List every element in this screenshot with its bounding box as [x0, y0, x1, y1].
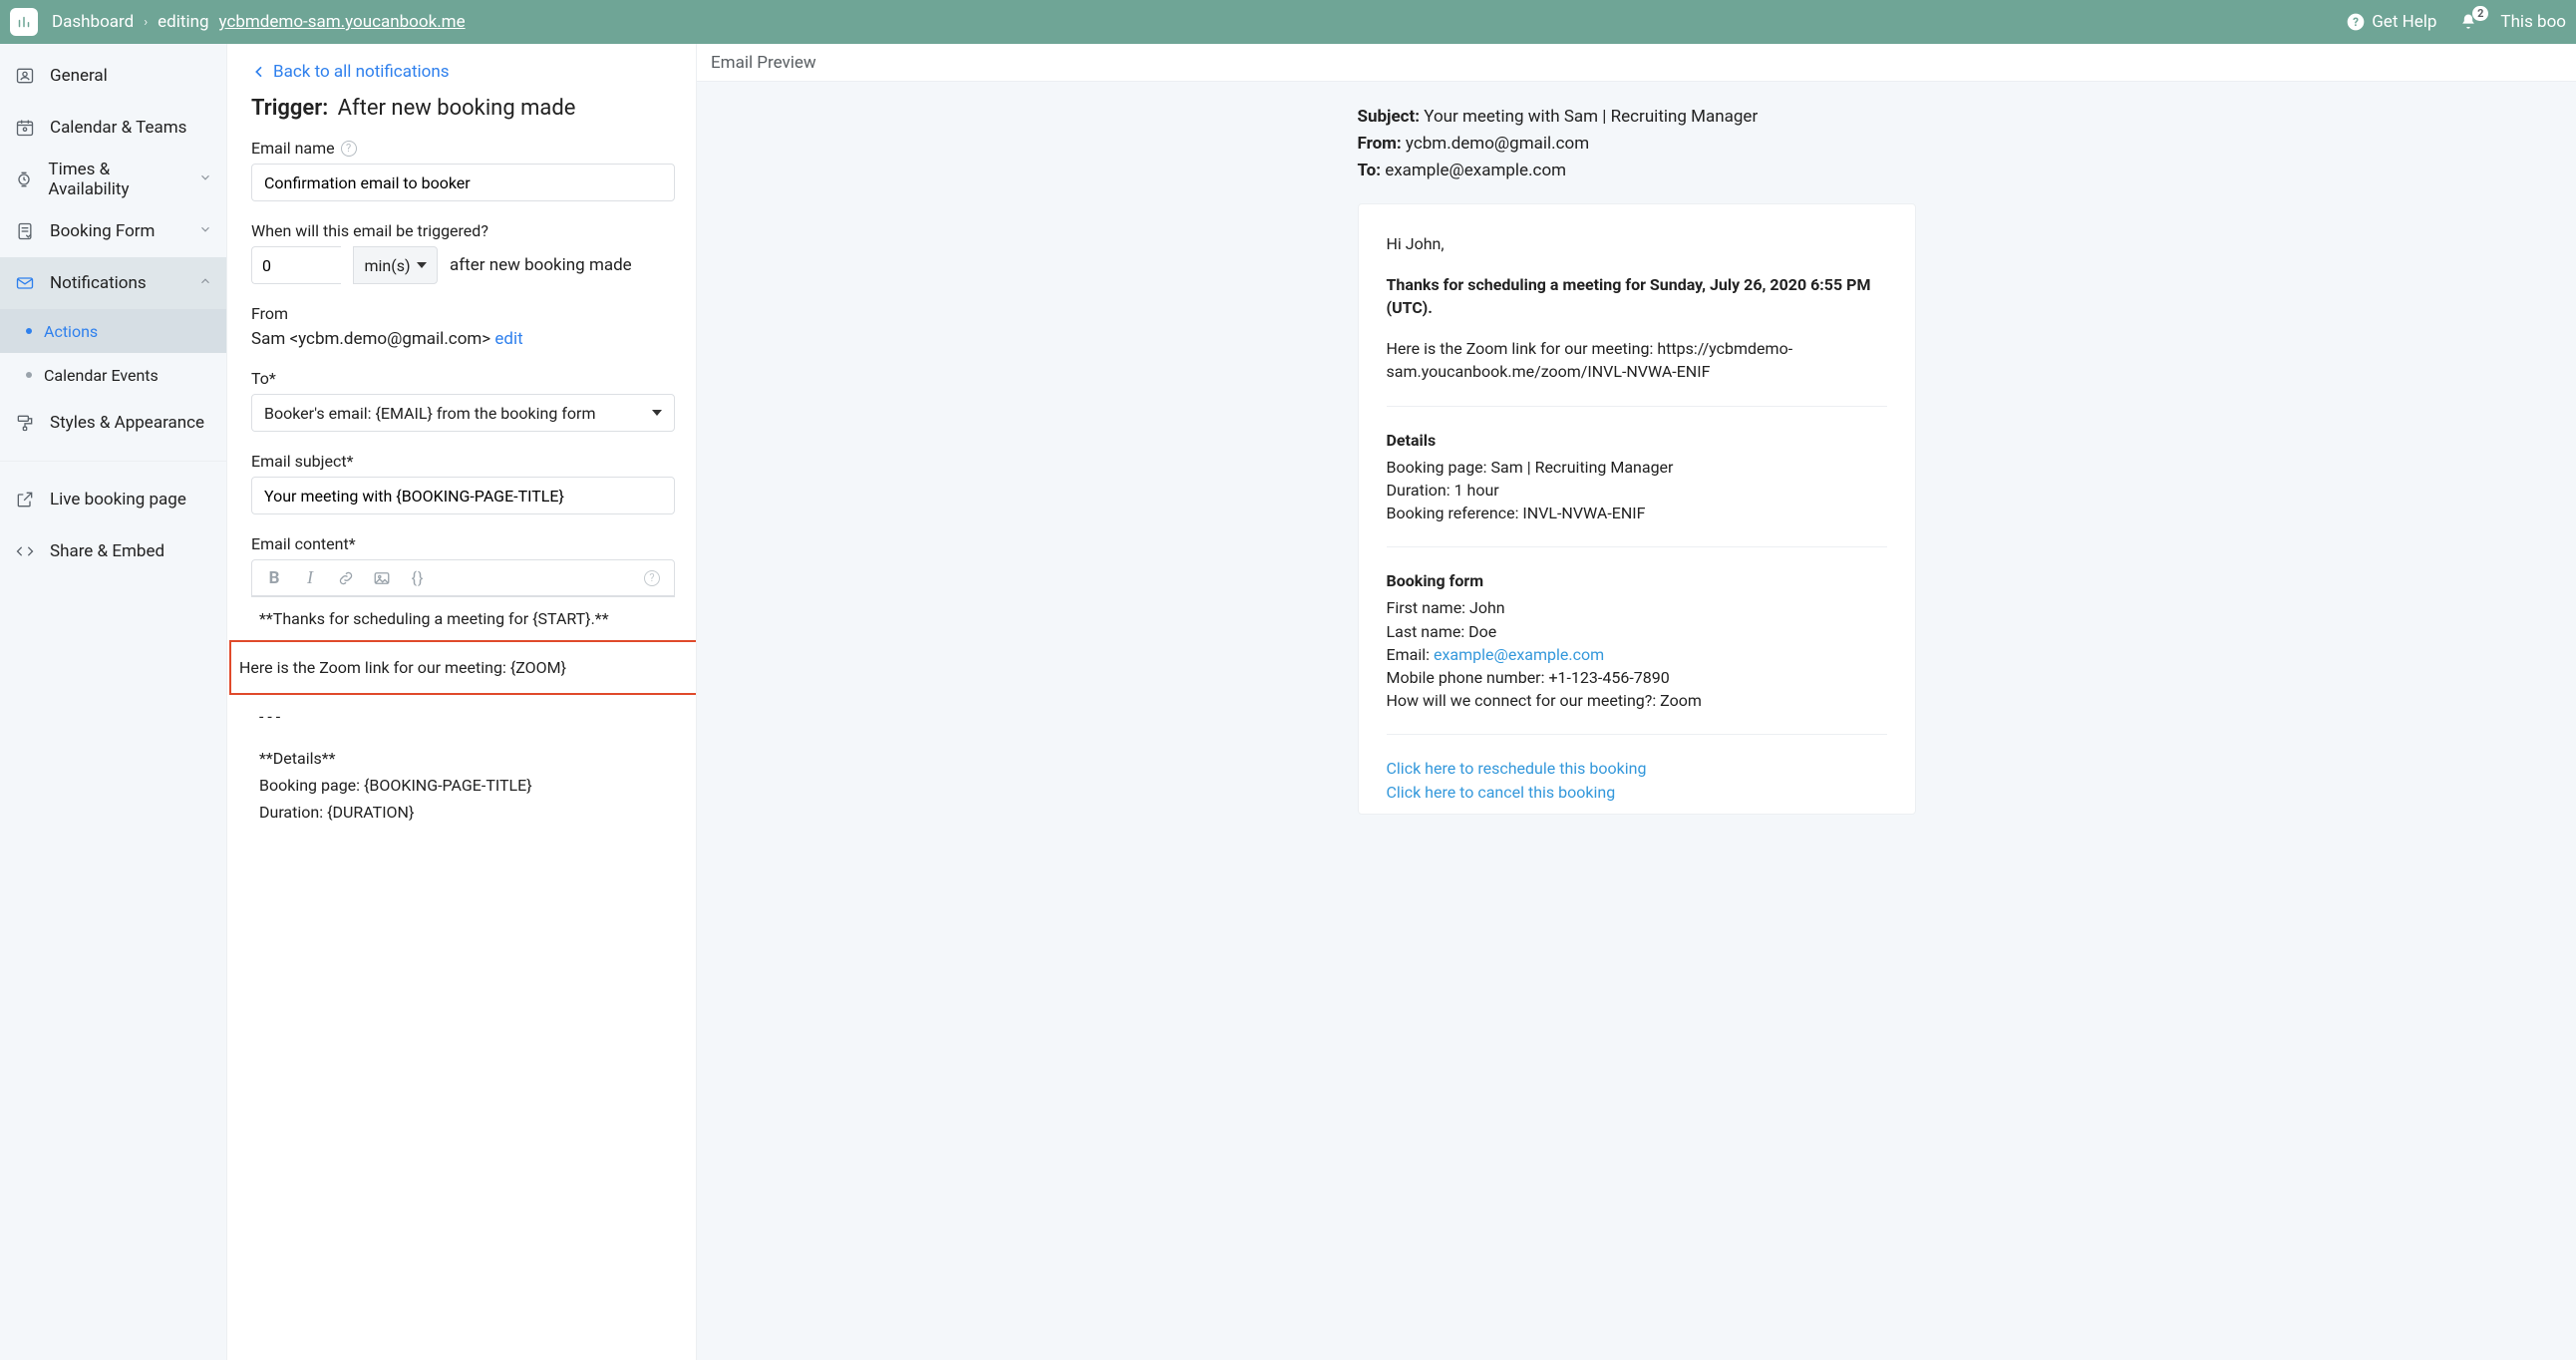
- content-line[interactable]: Booking page: {BOOKING-PAGE-TITLE}: [251, 772, 675, 799]
- notifications-bell-button[interactable]: 2: [2458, 12, 2478, 32]
- trigger-time-label: When will this email be triggered?: [251, 221, 684, 240]
- sidebar-item-notifications[interactable]: Notifications: [0, 257, 226, 309]
- trigger-delay-input[interactable]: [251, 246, 341, 284]
- image-button[interactable]: [372, 568, 392, 588]
- sidebar-item-styles[interactable]: Styles & Appearance: [0, 397, 226, 449]
- preview-detail-line: Booking page: Sam | Recruiting Manager: [1387, 456, 1887, 479]
- topbar-right: ? Get Help 2 This boo: [2346, 12, 2566, 32]
- breadcrumb-editing-label: editing: [158, 12, 208, 32]
- chevron-down-icon: [198, 221, 212, 241]
- preview-form-line: Mobile phone number: +1-123-456-7890: [1387, 666, 1887, 689]
- chevron-left-icon: [251, 64, 267, 80]
- topbar: Dashboard › editing ycbmdemo-sam.youcanb…: [0, 0, 2576, 44]
- mail-icon: [14, 273, 36, 293]
- chevron-right-icon: ›: [144, 15, 148, 30]
- preview-zoom-text: Here is the Zoom link for our meeting: h…: [1387, 337, 1887, 383]
- from-value: Sam <ycbm.demo@gmail.com> edit: [251, 329, 684, 349]
- content-zoom-line-highlighted[interactable]: Here is the Zoom link for our meeting: {…: [229, 640, 696, 695]
- editor-toolbar: B I {} ?: [252, 560, 674, 596]
- preview-form-line: Email: example@example.com: [1387, 643, 1887, 666]
- content-line[interactable]: **Thanks for scheduling a meeting for {S…: [251, 605, 675, 632]
- sidebar-item-calendar-teams[interactable]: Calendar & Teams: [0, 102, 226, 154]
- preview-details-heading: Details: [1387, 429, 1887, 452]
- email-preview-panel: Email Preview Subject: Your meeting with…: [696, 44, 2576, 1360]
- get-help-button[interactable]: ? Get Help: [2346, 12, 2436, 32]
- sidebar-item-booking-form[interactable]: Booking Form: [0, 205, 226, 257]
- sidebar-item-general[interactable]: General: [0, 50, 226, 102]
- bullet-icon: [26, 372, 32, 378]
- form-icon: [14, 221, 36, 241]
- from-label: From: [251, 304, 684, 323]
- sidebar-item-times[interactable]: Times & Availability: [0, 154, 226, 205]
- link-button[interactable]: [336, 568, 356, 588]
- sidebar-divider: [0, 461, 226, 462]
- content-label: Email content*: [251, 534, 684, 553]
- preview-thanks: Thanks for scheduling a meeting for Sund…: [1387, 273, 1887, 319]
- to-select[interactable]: Booker's email: {EMAIL} from the booking…: [251, 394, 675, 432]
- svg-text:?: ?: [2353, 15, 2359, 29]
- variable-button[interactable]: {}: [408, 568, 428, 588]
- preview-header: Email Preview: [697, 44, 2576, 82]
- breadcrumb: Dashboard › editing ycbmdemo-sam.youcanb…: [52, 12, 466, 32]
- content-line[interactable]: - - -: [251, 703, 675, 730]
- sidebar-sub-actions[interactable]: Actions: [0, 309, 226, 353]
- preview-body: Hi John, Thanks for scheduling a meeting…: [1358, 203, 1916, 815]
- trigger-heading: Trigger: After new booking made: [251, 96, 684, 121]
- content-editor-body[interactable]: **Thanks for scheduling a meeting for {S…: [251, 597, 675, 836]
- content-blank-line[interactable]: [251, 731, 675, 745]
- preview-email-link[interactable]: example@example.com: [1434, 645, 1604, 664]
- breadcrumb-dashboard[interactable]: Dashboard: [52, 12, 134, 32]
- editor-help-icon[interactable]: ?: [642, 568, 662, 588]
- sidebar-item-live-page[interactable]: Live booking page: [0, 474, 226, 525]
- paint-roller-icon: [14, 413, 36, 433]
- user-card-icon: [14, 66, 36, 86]
- breadcrumb-page-link[interactable]: ycbmdemo-sam.youcanbook.me: [219, 12, 466, 32]
- cancel-link[interactable]: Click here to cancel this booking: [1387, 783, 1616, 802]
- subject-label: Email subject*: [251, 452, 684, 471]
- italic-button[interactable]: I: [300, 568, 320, 588]
- preview-detail-line: Booking reference: INVL-NVWA-ENIF: [1387, 502, 1887, 524]
- caret-down-icon: [417, 262, 427, 268]
- chevron-up-icon: [198, 273, 212, 293]
- notification-editor: Back to all notifications Trigger: After…: [227, 44, 696, 1360]
- preview-form-line: How will we connect for our meeting?: Zo…: [1387, 689, 1887, 712]
- notification-count-badge: 2: [2472, 6, 2488, 21]
- back-to-notifications-link[interactable]: Back to all notifications: [251, 62, 684, 82]
- preview-form-heading: Booking form: [1387, 569, 1887, 592]
- help-icon[interactable]: ?: [341, 141, 357, 157]
- preview-detail-line: Duration: 1 hour: [1387, 479, 1887, 502]
- code-icon: [14, 541, 36, 561]
- preview-form-line: Last name: Doe: [1387, 620, 1887, 643]
- sidebar-item-share-embed[interactable]: Share & Embed: [0, 525, 226, 577]
- watch-icon: [14, 170, 34, 189]
- this-booking-truncated[interactable]: This boo: [2500, 12, 2566, 32]
- email-name-label: Email name ?: [251, 139, 684, 158]
- trigger-after-text: after new booking made: [450, 255, 632, 275]
- bold-button[interactable]: B: [264, 568, 284, 588]
- calendar-icon: [14, 118, 36, 138]
- trigger-unit-select[interactable]: min(s): [353, 246, 438, 284]
- caret-down-icon: [652, 410, 662, 416]
- bullet-icon: [26, 328, 32, 334]
- sidebar-sub-calendar-events[interactable]: Calendar Events: [0, 353, 226, 397]
- content-line[interactable]: Duration: {DURATION}: [251, 799, 675, 826]
- to-label: To*: [251, 369, 684, 388]
- content-line[interactable]: **Details**: [251, 745, 675, 772]
- preview-greeting: Hi John,: [1387, 232, 1887, 255]
- from-edit-link[interactable]: edit: [494, 329, 522, 349]
- sidebar: General Calendar & Teams Times & Availab…: [0, 44, 227, 1360]
- external-link-icon: [14, 490, 36, 510]
- email-name-input[interactable]: [251, 164, 675, 201]
- chevron-down-icon: [198, 170, 212, 189]
- preview-form-line: First name: John: [1387, 596, 1887, 619]
- app-logo[interactable]: [10, 8, 38, 36]
- subject-input[interactable]: [251, 477, 675, 514]
- reschedule-link[interactable]: Click here to reschedule this booking: [1387, 759, 1647, 778]
- preview-meta: Subject: Your meeting with Sam | Recruit…: [1358, 104, 1916, 185]
